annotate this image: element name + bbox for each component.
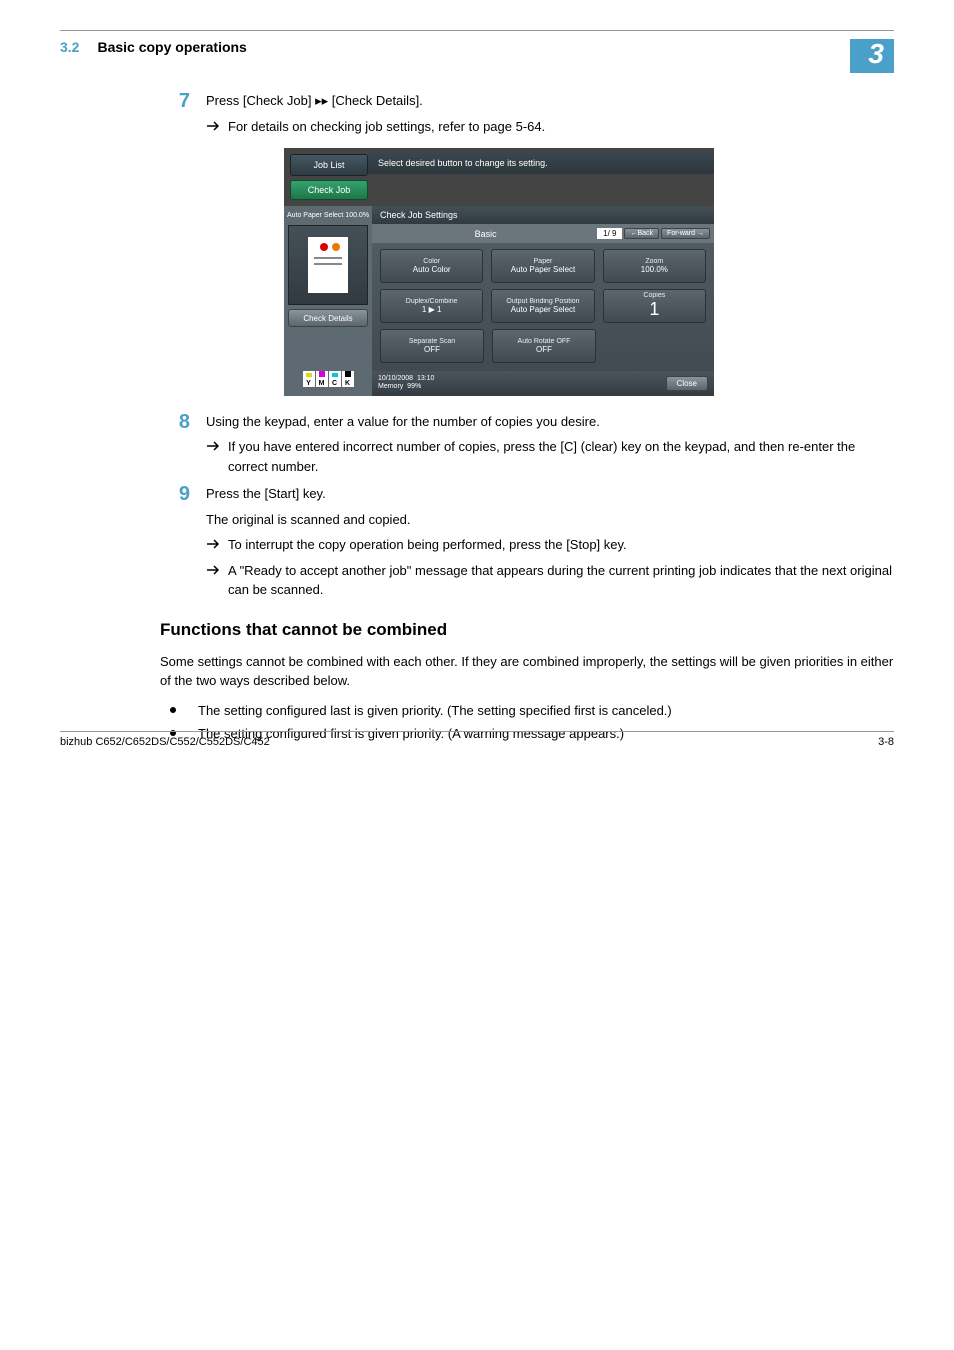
step-9-text: Press the [Start] key. xyxy=(206,484,894,504)
arrow-right-icon xyxy=(206,537,220,551)
page-indicator: 1/ 9 xyxy=(597,228,622,239)
setting-zoom[interactable]: Zoom100.0% xyxy=(603,249,706,283)
bullet-icon xyxy=(170,707,176,713)
back-button[interactable]: ←Back xyxy=(624,228,659,239)
setting-separate-scan[interactable]: Separate ScanOFF xyxy=(380,329,484,363)
tab-check-job[interactable]: Check Job xyxy=(290,180,368,200)
section-number: 3.2 xyxy=(60,39,79,55)
step-7-text: Press [Check Job] ▸▸ [Check Details]. xyxy=(206,91,894,111)
step-8-sub1: If you have entered incorrect number of … xyxy=(228,437,894,476)
setting-color[interactable]: ColorAuto Color xyxy=(380,249,483,283)
step-7-sub1: For details on checking job settings, re… xyxy=(228,117,894,137)
step-9-note: The original is scanned and copied. xyxy=(206,510,894,530)
step-9-sub1: To interrupt the copy operation being pe… xyxy=(228,535,894,555)
nav-basic-label: Basic xyxy=(376,229,595,239)
step-9-sub2: A "Ready to accept another job" message … xyxy=(228,561,894,600)
arrow-right-icon xyxy=(206,563,220,577)
step-8-text: Using the keypad, enter a value for the … xyxy=(206,412,894,432)
check-details-button[interactable]: Check Details xyxy=(288,309,368,327)
tab-job-list[interactable]: Job List xyxy=(290,154,368,176)
arrow-right-icon xyxy=(206,439,220,453)
toner-levels: Y M C K xyxy=(303,366,354,392)
setting-auto-rotate[interactable]: Auto Rotate OFFOFF xyxy=(492,329,596,363)
step-number-9: 9 xyxy=(160,484,190,600)
arrow-right-icon xyxy=(206,119,220,133)
footer-page: 3-8 xyxy=(878,736,894,748)
close-button[interactable]: Close xyxy=(666,376,708,391)
subsection-paragraph: Some settings cannot be combined with ea… xyxy=(160,652,894,691)
footer-model: bizhub C652/C652DS/C552/C552DS/C452 xyxy=(60,736,270,748)
check-job-screenshot: Job List Select desired button to change… xyxy=(284,148,894,396)
top-message: Select desired button to change its sett… xyxy=(368,152,714,174)
setting-paper[interactable]: PaperAuto Paper Select xyxy=(491,249,594,283)
setting-copies[interactable]: Copies1 xyxy=(603,289,706,323)
status-datetime: 10/10/2008 13:10 Memory 99% xyxy=(378,375,434,392)
forward-button[interactable]: For-ward → xyxy=(661,228,710,239)
setting-output[interactable]: Output Binding PositionAuto Paper Select xyxy=(491,289,594,323)
step-number-8: 8 xyxy=(160,412,190,477)
panel-title: Check Job Settings xyxy=(372,206,714,224)
subsection-heading: Functions that cannot be combined xyxy=(160,620,894,640)
auto-paper-label: Auto Paper Select 100.0% xyxy=(286,210,370,221)
preview-thumbnail xyxy=(288,225,368,305)
setting-duplex[interactable]: Duplex/Combine1 ▶ 1 xyxy=(380,289,483,323)
step-number-7: 7 xyxy=(160,91,190,136)
bullet-1: The setting configured last is given pri… xyxy=(198,701,894,721)
section-title: Basic copy operations xyxy=(97,39,246,55)
chapter-badge: 3 xyxy=(850,39,894,73)
